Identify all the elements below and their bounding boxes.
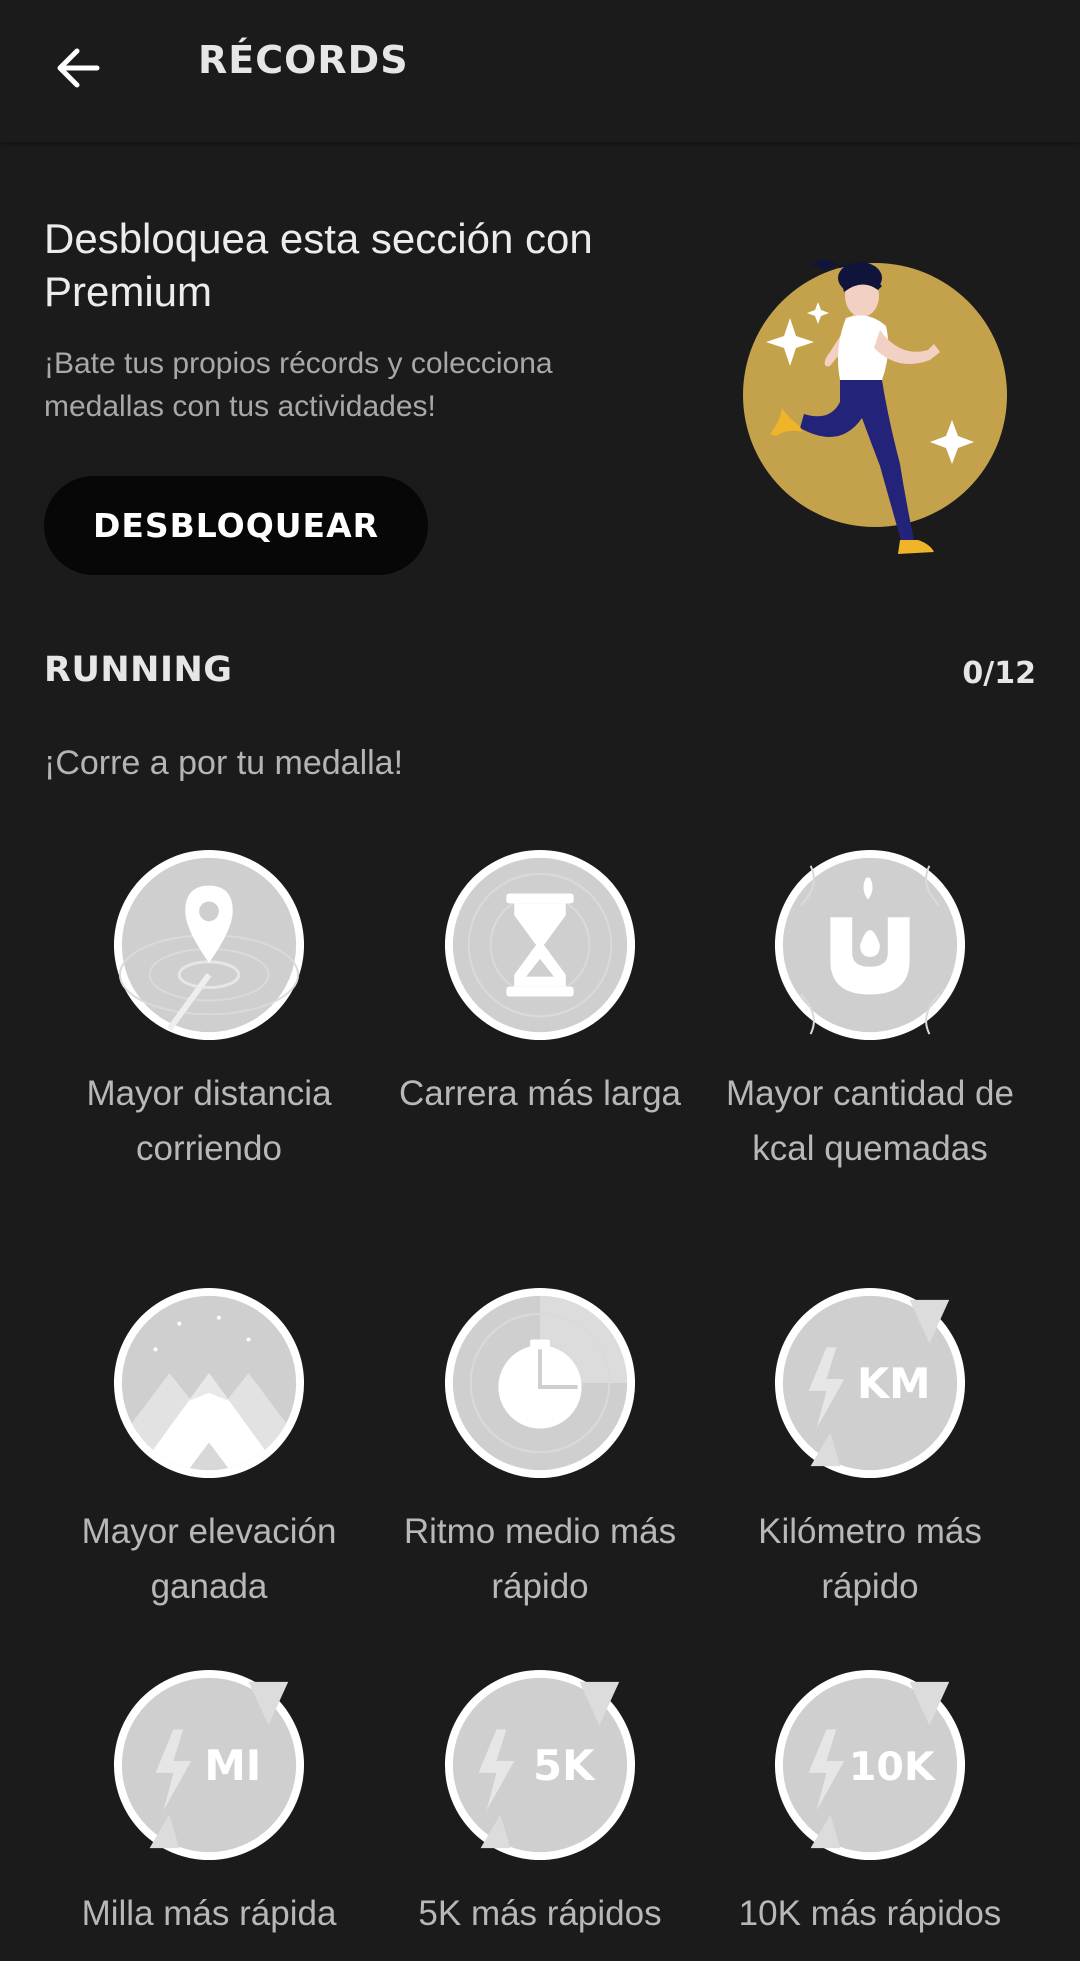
medal-fastest-10k[interactable]: 10K 10K más rápidos bbox=[705, 1666, 1035, 1941]
location-pin-icon bbox=[113, 849, 305, 1041]
medal-most-kcal[interactable]: Mayor cantidad de kcal quemadas bbox=[705, 846, 1035, 1176]
page-title: RÉCORDS bbox=[198, 38, 409, 82]
back-button[interactable] bbox=[40, 30, 116, 106]
top-app-bar: RÉCORDS bbox=[0, 0, 1080, 142]
medal-fastest-km[interactable]: KM Kilómetro más rápido bbox=[705, 1284, 1035, 1614]
medal-fastest-mile[interactable]: MI Milla más rápida bbox=[44, 1666, 374, 1941]
stopwatch-icon bbox=[444, 1287, 636, 1479]
svg-text:MI: MI bbox=[204, 1741, 261, 1790]
arrow-left-icon bbox=[57, 48, 100, 88]
promo-subtitle: ¡Bate tus propios récords y colecciona m… bbox=[44, 347, 553, 423]
medal-longest-run[interactable]: Carrera más larga bbox=[375, 846, 705, 1121]
medal-label: Kilómetro más rápido bbox=[758, 1512, 982, 1606]
svg-text:5K: 5K bbox=[533, 1741, 596, 1790]
medal-label: Ritmo medio más rápido bbox=[403, 1512, 677, 1606]
medal-count: 0/12 bbox=[962, 656, 1036, 691]
medal-label: Mayor distancia corriendo bbox=[86, 1074, 332, 1168]
medal-label: Mayor elevación ganada bbox=[81, 1512, 337, 1606]
lightning-icon: 10K bbox=[774, 1669, 966, 1861]
medal-label: 10K más rápidos bbox=[738, 1894, 1002, 1933]
section-title: RUNNING bbox=[44, 650, 233, 690]
running-woman-illustration bbox=[743, 259, 1007, 554]
mountain-icon bbox=[113, 1287, 305, 1479]
hourglass-icon bbox=[444, 849, 636, 1041]
lightning-icon: 5K bbox=[444, 1669, 636, 1861]
promo-title: Desbloquea esta sección con Premium bbox=[44, 215, 593, 315]
lightning-icon: KM bbox=[774, 1287, 966, 1479]
unlock-button[interactable]: DESBLOQUEAR bbox=[44, 476, 428, 575]
medal-label: 5K más rápidos bbox=[418, 1894, 662, 1933]
medal-label: Milla más rápida bbox=[81, 1894, 337, 1933]
medal-longest-distance[interactable]: Mayor distancia corriendo bbox=[44, 846, 374, 1176]
medal-label: Mayor cantidad de kcal quemadas bbox=[726, 1074, 1014, 1168]
svg-text:KM: KM bbox=[857, 1359, 931, 1408]
medal-fastest-pace[interactable]: Ritmo medio más rápido bbox=[375, 1284, 705, 1614]
medal-label: Carrera más larga bbox=[398, 1074, 682, 1113]
medal-highest-elevation[interactable]: Mayor elevación ganada bbox=[44, 1284, 374, 1614]
lightning-icon: MI bbox=[113, 1669, 305, 1861]
medal-fastest-5k[interactable]: 5K 5K más rápidos bbox=[375, 1666, 705, 1941]
flame-icon bbox=[774, 849, 966, 1041]
section-subtitle: ¡Corre a por tu medalla! bbox=[44, 744, 404, 782]
svg-text:10K: 10K bbox=[849, 1744, 936, 1790]
